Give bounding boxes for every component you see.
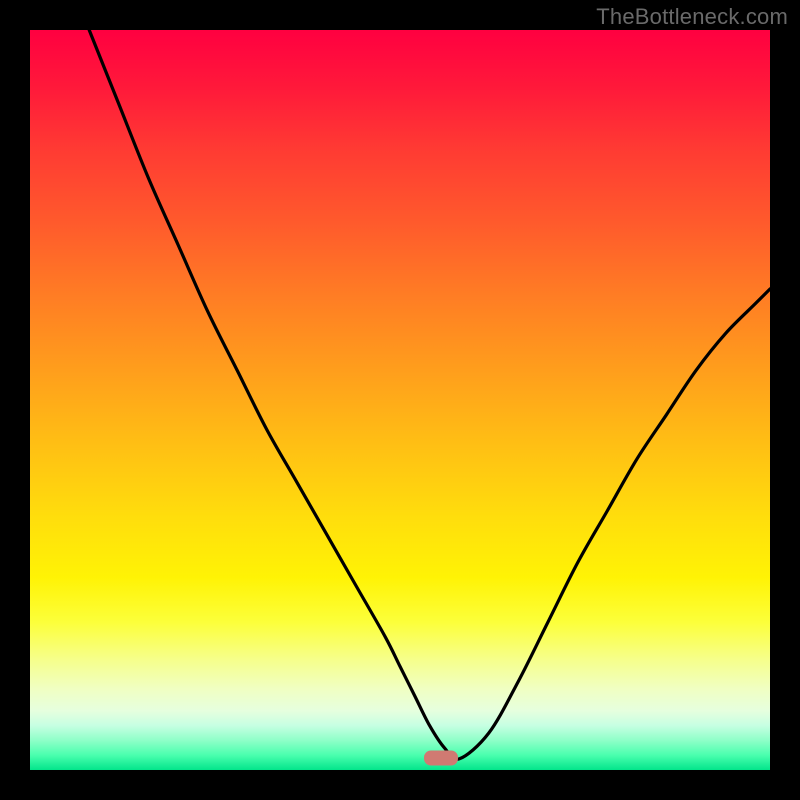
optimal-point-marker xyxy=(424,751,458,766)
bottleneck-curve xyxy=(30,30,770,770)
attribution-text: TheBottleneck.com xyxy=(596,4,788,30)
chart-frame xyxy=(30,30,770,770)
